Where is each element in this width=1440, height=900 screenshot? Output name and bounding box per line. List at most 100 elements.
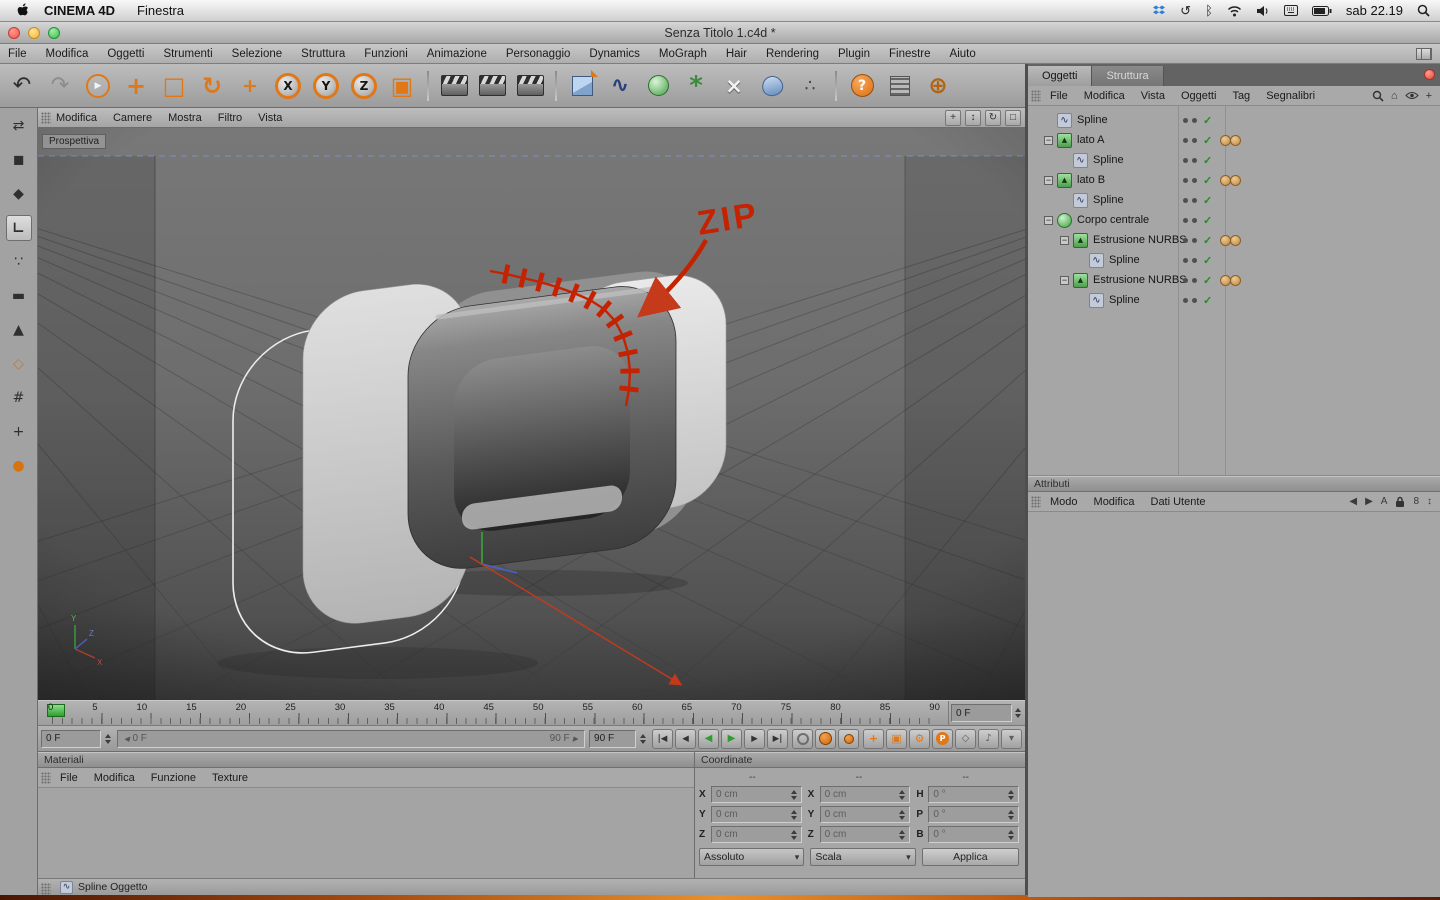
enable-check-icon[interactable] [1203,114,1212,127]
goto-start-button[interactable]: |◀ [652,729,673,749]
texture-ball-tool[interactable]: ● [5,452,33,480]
frame-number-stepper[interactable] [103,734,113,744]
object-name[interactable]: Spline [1093,154,1124,166]
app-menu-item[interactable]: Animazione [427,48,487,60]
app-menu-item[interactable]: Modifica [46,48,89,60]
time-machine-icon[interactable]: ↺ [1180,3,1191,19]
render-visibility-dot[interactable] [1192,198,1197,203]
objects-menu-item[interactable]: Vista [1141,90,1165,102]
enable-check-icon[interactable] [1203,194,1212,207]
autokey-ring-button[interactable] [792,729,813,749]
play-forward-button[interactable]: ▶ [721,729,742,749]
viewport-menu-item[interactable]: Filtro [218,112,242,124]
panel-drag-handle-icon[interactable] [1031,496,1041,508]
app-menu-item[interactable]: Personaggio [506,48,571,60]
render-visibility-dot[interactable] [1192,238,1197,243]
app-menu-item[interactable]: Aiuto [950,48,976,60]
make-editable-tool[interactable]: ⇄ [5,112,33,140]
expand-toggle-icon[interactable] [1060,276,1069,285]
current-frame-value[interactable]: 0 F [951,704,1012,722]
key-pla-button[interactable]: ◇ [955,729,976,749]
viewport-menu-item[interactable]: Vista [258,112,282,124]
object-tree-row[interactable]: Spline [1028,190,1440,210]
workplane-mode-tool[interactable]: ∟ [5,214,33,242]
attributes-menu-item[interactable]: Modo [1050,496,1078,508]
enable-check-icon[interactable] [1203,154,1212,167]
mode-select[interactable]: Assoluto [699,848,804,866]
object-tree-row[interactable]: Estrusione NURBS [1028,230,1440,250]
object-tree-row[interactable]: Corpo centrale [1028,210,1440,230]
attributes-menu-item[interactable]: Dati Utente [1151,496,1206,508]
minimize-timeline-button[interactable]: ▾ [1001,729,1022,749]
add-nurbs-object-button[interactable] [640,68,676,104]
text-mode-icon[interactable]: A [1381,496,1388,507]
frame-stepper[interactable] [1013,708,1023,718]
keyboard-viewer-icon[interactable] [1284,5,1298,16]
size-input[interactable]: 0 cm [820,806,911,823]
app-menu-item[interactable]: Oggetti [107,48,144,60]
lock-icon[interactable] [1395,496,1405,508]
key-scale-button[interactable]: ▣ [886,729,907,749]
phong-tag-icon[interactable] [1220,275,1240,285]
add-boole-object-button[interactable]: × [716,68,752,104]
points-mode-tool[interactable]: ∵ [5,248,33,276]
render-visibility-dot[interactable] [1192,178,1197,183]
prev-frame-button[interactable]: ◀ [675,729,696,749]
move-tool[interactable]: + [118,68,154,104]
panel-drag-handle-icon[interactable] [41,772,51,784]
object-name[interactable]: lato B [1077,174,1105,186]
viewport-canvas[interactable]: Y X Z ZIP Prospettiva [38,128,1025,700]
viewport-menu-item[interactable]: Camere [113,112,152,124]
app-menu-item[interactable]: File [8,48,27,60]
expand-toggle-icon[interactable] [1060,236,1069,245]
record-keyframe-button[interactable] [815,729,836,749]
objects-menu-item[interactable]: Tag [1232,90,1250,102]
enable-check-icon[interactable] [1203,254,1212,267]
undo-button[interactable]: ↶ [4,68,40,104]
phong-tag-icon[interactable] [1220,135,1240,145]
app-menu-item[interactable]: Dynamics [589,48,639,60]
spotlight-icon[interactable] [1417,4,1430,17]
autokey-toggle-button[interactable] [838,729,859,749]
object-tree-row[interactable]: lato B [1028,170,1440,190]
render-visibility-dot[interactable] [1192,158,1197,163]
object-tree-row[interactable]: Estrusione NURBS [1028,270,1440,290]
materials-menu-item[interactable]: File [60,772,78,784]
display-mode-button[interactable] [882,68,918,104]
object-name[interactable]: Estrusione NURBS [1093,234,1187,246]
scroll-icon[interactable]: ↕ [1427,496,1432,507]
position-input[interactable]: 0 cm [711,786,802,803]
search-icon[interactable] [1372,90,1384,102]
texture-mode-tool[interactable]: ◇ [5,350,33,378]
rotation-input[interactable]: 0 ° [928,806,1019,823]
history-back-icon[interactable]: ◀ [1349,496,1357,507]
add-cube-object-button[interactable] [564,68,600,104]
wifi-icon[interactable] [1227,5,1242,17]
scale-tool[interactable]: □ [156,68,192,104]
last-used-tool[interactable]: + [232,68,268,104]
object-tree-row[interactable]: Spline [1028,250,1440,270]
object-name[interactable]: Spline [1077,114,1108,126]
object-tree-row[interactable]: lato A [1028,130,1440,150]
next-frame-button[interactable]: ▶ [744,729,765,749]
size-input[interactable]: 0 cm [820,786,911,803]
window-titlebar[interactable]: Senza Titolo 1.c4d * [0,22,1440,44]
timeline-track[interactable]: 051015202530354045505560657075808590 [38,701,948,725]
lock-y-axis-button[interactable]: Y [308,68,344,104]
enable-check-icon[interactable] [1203,134,1212,147]
app-menu-item[interactable]: Funzioni [364,48,407,60]
viewport-menu-item[interactable]: Modifica [56,112,97,124]
timeline-ruler[interactable]: 051015202530354045505560657075808590 0 F [38,700,1025,726]
eye-icon[interactable] [1405,91,1419,100]
enable-check-icon[interactable] [1203,234,1212,247]
attributes-menu-item[interactable]: Modifica [1094,496,1135,508]
app-menu-item[interactable]: MoGraph [659,48,707,60]
objects-menu-item[interactable]: Oggetti [1181,90,1216,102]
bluetooth-icon[interactable]: ᛒ [1205,3,1213,18]
materials-list-area[interactable] [38,788,694,878]
menubar-finestra-menu[interactable]: Finestra [137,3,184,18]
editor-visibility-dot[interactable] [1183,178,1188,183]
rotate-tool[interactable]: ↻ [194,68,230,104]
materials-menu-item[interactable]: Texture [212,772,248,784]
objects-menu-item[interactable]: File [1050,90,1068,102]
